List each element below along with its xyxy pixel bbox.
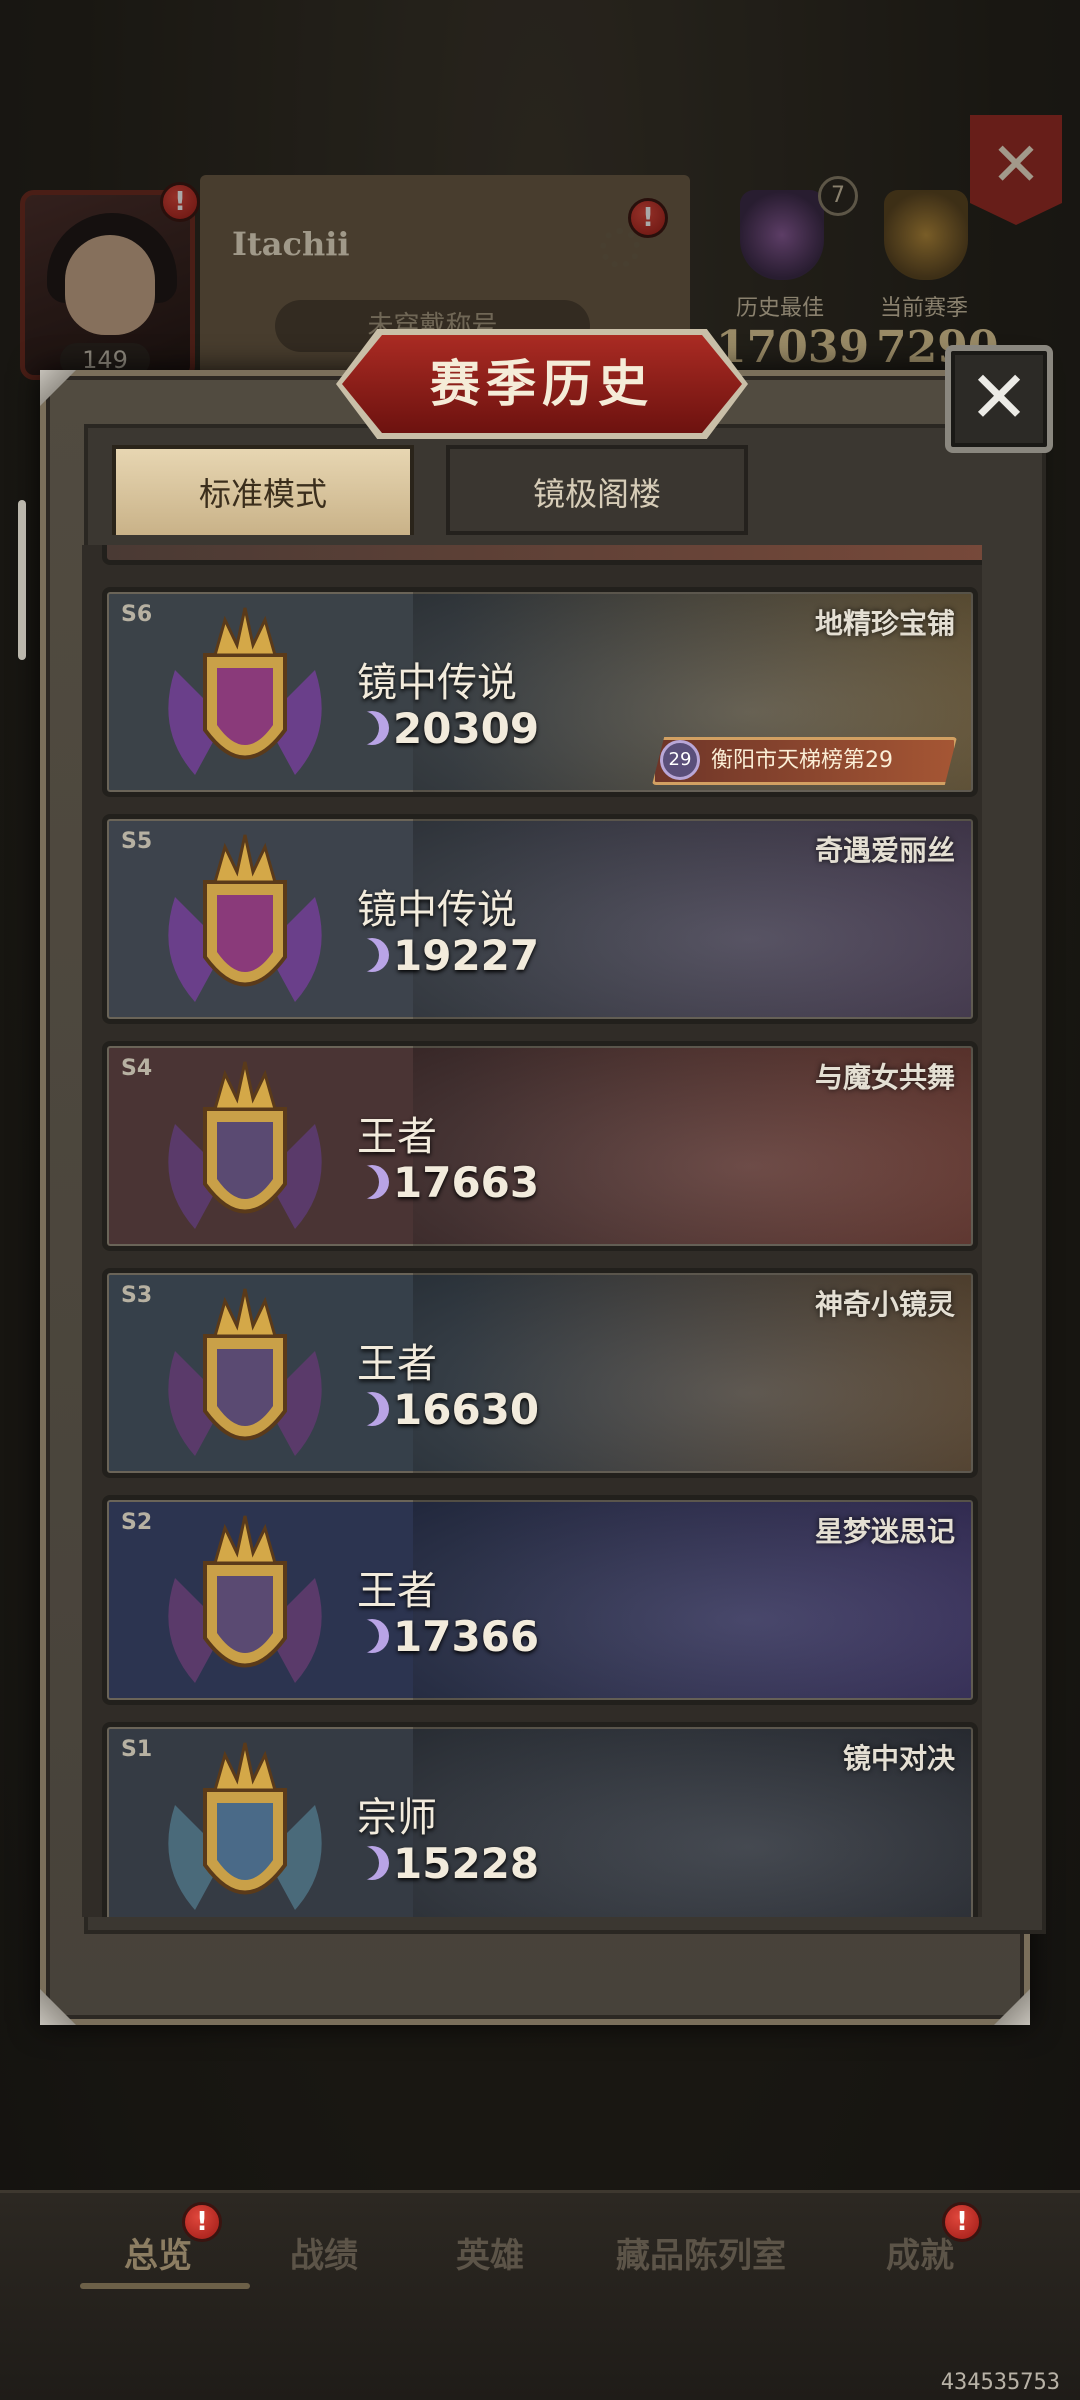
rank-name: 镜中传说 xyxy=(357,887,517,933)
rank-name: 宗师 xyxy=(357,1795,437,1841)
dialog-corner-bottom-left xyxy=(40,1989,76,2025)
season-subtitle: 与魔女共舞 xyxy=(814,1061,955,1094)
season-number: S2 xyxy=(121,1510,153,1535)
season-number: S3 xyxy=(121,1283,153,1308)
nav-overview[interactable]: 总览 xyxy=(124,2228,192,2277)
season-crest-icon xyxy=(168,834,322,1002)
season-card[interactable]: S2 星梦迷思记王者 17366 xyxy=(102,1495,978,1705)
crescent-moon-icon xyxy=(355,1846,389,1880)
season-score-value: 20309 xyxy=(393,704,540,753)
season-number: S1 xyxy=(121,1737,153,1762)
scrollbar[interactable] xyxy=(18,500,26,660)
crescent-moon-icon xyxy=(355,1619,389,1653)
season-crest-icon xyxy=(168,1288,322,1456)
rank-name: 王者 xyxy=(357,1341,437,1387)
dialog-corner-top-left xyxy=(40,370,76,406)
season-crest-icon xyxy=(168,1061,322,1229)
season-card[interactable]: S3 神奇小镜灵王者 16630 xyxy=(102,1268,978,1478)
season-subtitle: 地精珍宝铺 xyxy=(814,607,955,640)
season-card[interactable]: S1 镜中对决宗师 15228 xyxy=(102,1722,978,1917)
season-list[interactable]: S6 地精珍宝铺 镜中传说 20309 衡阳市天梯榜第29 29 S5 奇遇爱丽丝 镜中传说 19… xyxy=(82,545,982,1917)
season-subtitle: 镜中对决 xyxy=(842,1742,955,1775)
season-score-value: 16630 xyxy=(393,1385,540,1434)
season-subtitle: 星梦迷思记 xyxy=(814,1515,955,1548)
season-crest-icon xyxy=(168,1742,322,1910)
season-score: 17366 xyxy=(355,1612,539,1661)
rank-name: 王者 xyxy=(357,1114,437,1160)
season-card[interactable]: S6 地精珍宝铺 镜中传说 20309 衡阳市天梯榜第29 29 xyxy=(102,587,978,797)
season-crest-icon xyxy=(168,1515,322,1683)
season-number: S4 xyxy=(121,1056,153,1081)
season-subtitle: 神奇小镜灵 xyxy=(814,1288,955,1321)
season-subtitle: 奇遇爱丽丝 xyxy=(814,834,955,867)
crescent-moon-icon xyxy=(355,938,389,972)
season-score-value: 15228 xyxy=(393,1839,540,1888)
season-score: 20309 xyxy=(355,704,539,753)
season-score-value: 17366 xyxy=(393,1612,540,1661)
season-card[interactable]: S4 与魔女共舞王者 17663 xyxy=(102,1041,978,1251)
season-score-value: 19227 xyxy=(393,931,540,980)
dialog-title: 赛季历史 xyxy=(430,354,654,413)
list-top-partial-card xyxy=(102,545,982,565)
nav-active-underline xyxy=(80,2283,250,2289)
season-score: 16630 xyxy=(355,1385,539,1434)
nav-records[interactable]: 战绩 xyxy=(290,2228,358,2277)
bottom-navigation xyxy=(0,2190,1080,2400)
season-score-value: 17663 xyxy=(393,1158,540,1207)
tab-mirror-attic[interactable]: 镜极阁楼 xyxy=(446,445,748,535)
user-id: 434535753 xyxy=(940,2370,1060,2395)
dialog-close-button[interactable]: ✕ xyxy=(945,345,1053,453)
season-number: S5 xyxy=(121,829,153,854)
close-icon: ✕ xyxy=(968,355,1030,439)
season-crest-icon xyxy=(168,607,322,775)
nav-collection-room[interactable]: 藏品陈列室 xyxy=(616,2228,786,2277)
season-number: S6 xyxy=(121,602,153,627)
crescent-moon-icon xyxy=(355,711,389,745)
crescent-moon-icon xyxy=(355,1165,389,1199)
nav-achievements[interactable]: 成就 xyxy=(886,2228,954,2277)
season-score: 15228 xyxy=(355,1839,539,1888)
nav-heroes[interactable]: 英雄 xyxy=(456,2228,524,2277)
tab-standard-mode[interactable]: 标准模式 xyxy=(112,445,414,535)
season-score: 17663 xyxy=(355,1158,539,1207)
crescent-moon-icon xyxy=(355,1392,389,1426)
rank-name: 王者 xyxy=(357,1568,437,1614)
leaderboard-rank-number: 29 xyxy=(660,740,700,780)
season-card[interactable]: S5 奇遇爱丽丝镜中传说 19227 xyxy=(102,814,978,1024)
rank-name: 镜中传说 xyxy=(357,660,517,706)
dialog-corner-bottom-right xyxy=(994,1989,1030,2025)
season-score: 19227 xyxy=(355,931,539,980)
